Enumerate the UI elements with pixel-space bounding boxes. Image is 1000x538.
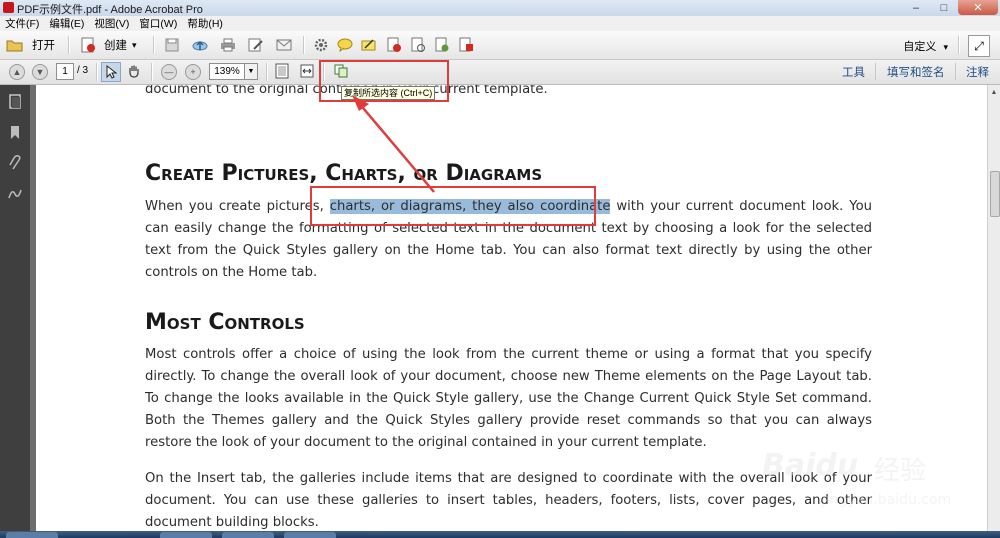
- taskbar-button[interactable]: [160, 532, 212, 538]
- taskbar-button[interactable]: [6, 532, 58, 538]
- watermark-url: jingyan.baidu.com: [822, 492, 952, 508]
- taskbar-button[interactable]: [284, 532, 336, 538]
- watermark-label: 经验: [874, 456, 927, 486]
- taskbar-button[interactable]: [222, 532, 274, 538]
- windows-taskbar: [0, 531, 1000, 538]
- acrobat-window: PDF示例文件.pdf - Adobe Acrobat Pro – □ ✕ 文件…: [0, 0, 1000, 538]
- watermark-brand: Baidu: [762, 448, 859, 483]
- baidu-jingyan-watermark: Baidu 经验 jingyan.baidu.com: [762, 448, 962, 523]
